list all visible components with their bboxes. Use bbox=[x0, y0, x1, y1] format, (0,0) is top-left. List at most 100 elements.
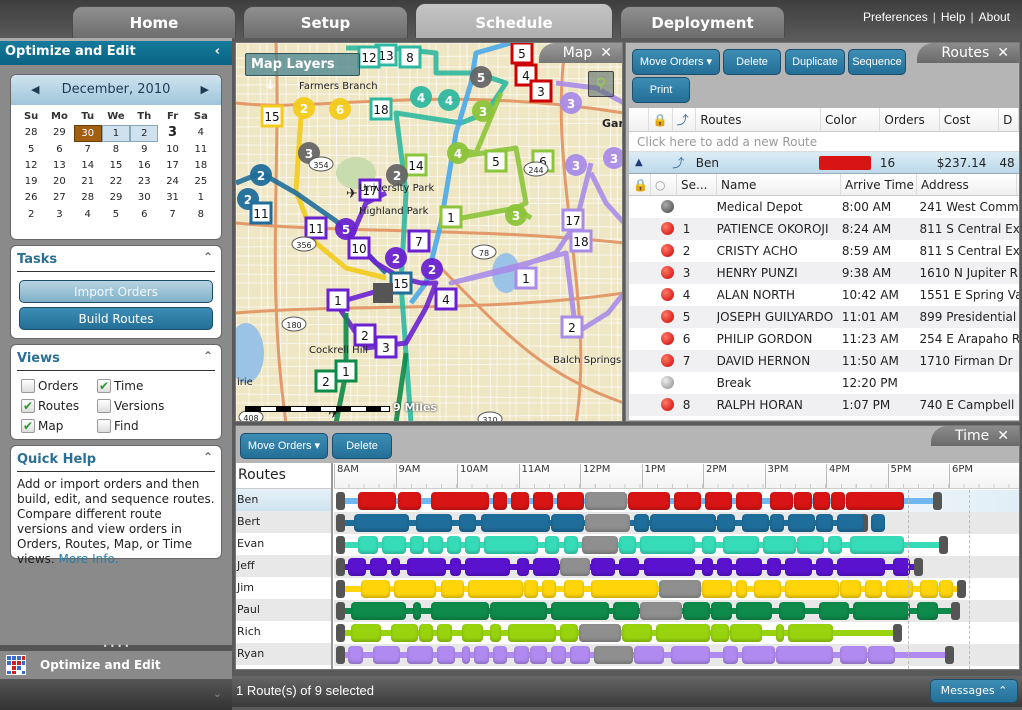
calendar-day[interactable]: 30 bbox=[130, 190, 158, 206]
view-checkbox-routes[interactable]: ✔ Routes bbox=[21, 397, 97, 415]
order-block[interactable] bbox=[465, 558, 511, 576]
order-block[interactable] bbox=[840, 646, 867, 664]
calendar-day[interactable]: 6 bbox=[130, 207, 158, 223]
order-block[interactable] bbox=[517, 558, 529, 576]
order-block[interactable] bbox=[409, 536, 425, 554]
stop-row[interactable]: Medical Depot 8:00 AM 241 West Comm bbox=[629, 196, 1019, 218]
preferences-link[interactable]: Preferences bbox=[863, 10, 928, 24]
break-block[interactable] bbox=[560, 558, 591, 576]
stop-row[interactable]: 8 RALPH HORAN 1:07 PM 740 E Campbell bbox=[629, 394, 1019, 416]
order-block[interactable] bbox=[406, 558, 446, 576]
order-block[interactable] bbox=[701, 580, 732, 598]
order-block[interactable] bbox=[560, 624, 578, 642]
help-link[interactable]: Help bbox=[941, 10, 966, 24]
order-block[interactable] bbox=[545, 536, 560, 554]
prev-month-icon[interactable]: ◀ bbox=[31, 75, 39, 105]
order-block[interactable] bbox=[717, 514, 735, 532]
col-sequence[interactable]: Se... bbox=[677, 174, 717, 195]
stop-row[interactable]: 6 PHILIP GORDON 11:23 AM 254 E Arapaho R bbox=[629, 328, 1019, 350]
order-block[interactable] bbox=[784, 558, 812, 576]
order-block[interactable] bbox=[468, 580, 523, 598]
depot-start-marker[interactable] bbox=[336, 536, 345, 554]
order-block[interactable] bbox=[591, 558, 615, 576]
order-block[interactable] bbox=[735, 602, 772, 620]
checkbox[interactable] bbox=[97, 399, 111, 413]
order-block[interactable] bbox=[437, 624, 452, 642]
order-block[interactable] bbox=[372, 646, 400, 664]
order-block[interactable] bbox=[683, 602, 711, 620]
break-block[interactable] bbox=[594, 646, 634, 664]
break-block[interactable] bbox=[585, 492, 628, 510]
timeline-row-ben[interactable] bbox=[334, 490, 1019, 512]
order-block[interactable] bbox=[643, 558, 695, 576]
order-block[interactable] bbox=[354, 514, 409, 532]
break-block[interactable] bbox=[578, 624, 621, 642]
sequence-button[interactable]: Sequence bbox=[848, 49, 906, 75]
order-block[interactable] bbox=[778, 602, 806, 620]
timeline-row-bert[interactable] bbox=[334, 512, 1019, 534]
tab-home[interactable]: Home bbox=[72, 6, 236, 38]
nav-optimize-and-edit[interactable]: Optimize and Edit bbox=[0, 651, 232, 679]
route-color-swatch[interactable] bbox=[819, 152, 878, 173]
add-route-row[interactable]: Click here to add a new Route bbox=[629, 132, 1019, 152]
view-checkbox-orders[interactable]: Orders bbox=[21, 377, 97, 395]
order-block[interactable] bbox=[711, 624, 729, 642]
order-block[interactable] bbox=[788, 514, 815, 532]
checkbox[interactable] bbox=[97, 419, 111, 433]
order-block[interactable] bbox=[551, 646, 566, 664]
order-block[interactable] bbox=[723, 646, 738, 664]
calendar-day[interactable]: 14 bbox=[74, 158, 102, 174]
order-block[interactable] bbox=[523, 580, 538, 598]
calendar-day[interactable]: 20 bbox=[45, 174, 73, 190]
map-panel[interactable]: 13 8 12 5 4 3 5 4 4 2 6 15 18 3 3 3 3 3 4 5 6 14 2 17 2 2 11 1 3 17 11… bbox=[235, 42, 623, 422]
timeline-route-label[interactable]: Ben bbox=[236, 489, 331, 511]
timeline-route-label[interactable]: Ryan bbox=[236, 643, 331, 665]
order-block[interactable] bbox=[815, 558, 834, 576]
order-block[interactable] bbox=[831, 492, 846, 510]
view-checkbox-map[interactable]: ✔ Map bbox=[21, 417, 97, 435]
order-block[interactable] bbox=[492, 492, 508, 510]
collapse-up-icon[interactable]: ⌃ bbox=[203, 450, 213, 464]
order-block[interactable] bbox=[701, 536, 717, 554]
depot-end-marker[interactable] bbox=[914, 558, 924, 576]
order-block[interactable] bbox=[788, 624, 834, 642]
checkmark-icon[interactable]: ✔ bbox=[97, 379, 111, 393]
collapse-up-icon[interactable]: ⌃ bbox=[203, 349, 213, 363]
order-block[interactable] bbox=[775, 646, 834, 664]
order-block[interactable] bbox=[489, 602, 548, 620]
order-block[interactable] bbox=[717, 558, 732, 576]
tab-deployment[interactable]: Deployment bbox=[620, 6, 785, 38]
calendar-day[interactable]: 27 bbox=[45, 190, 73, 206]
calendar-day[interactable]: 22 bbox=[102, 174, 130, 190]
calendar-day[interactable]: 28 bbox=[17, 125, 45, 141]
order-block[interactable] bbox=[428, 536, 443, 554]
lock-icon[interactable]: 🔒 bbox=[629, 174, 651, 195]
calendar-day[interactable]: 23 bbox=[130, 174, 158, 190]
timeline-row-jim[interactable] bbox=[334, 578, 1019, 600]
order-block[interactable] bbox=[431, 492, 489, 510]
chevron-down-icon[interactable]: ⌄ bbox=[213, 687, 222, 700]
order-block[interactable] bbox=[741, 514, 769, 532]
order-block[interactable] bbox=[864, 580, 883, 598]
order-block[interactable] bbox=[480, 514, 551, 532]
order-block[interactable] bbox=[369, 558, 388, 576]
checkbox[interactable] bbox=[21, 379, 35, 393]
timeline-route-label[interactable]: Paul bbox=[236, 599, 331, 621]
import-orders-button[interactable]: Import Orders bbox=[19, 280, 213, 303]
view-checkbox-versions[interactable]: Versions bbox=[97, 397, 211, 415]
order-block[interactable] bbox=[462, 624, 483, 642]
order-block[interactable] bbox=[391, 624, 419, 642]
tab-setup[interactable]: Setup bbox=[243, 6, 408, 38]
order-block[interactable] bbox=[532, 558, 560, 576]
order-block[interactable] bbox=[529, 646, 548, 664]
order-block[interactable] bbox=[735, 580, 748, 598]
calendar-day[interactable]: 19 bbox=[17, 174, 45, 190]
order-block[interactable] bbox=[551, 602, 609, 620]
calendar-day[interactable]: 12 bbox=[17, 158, 45, 174]
order-block[interactable] bbox=[563, 536, 578, 554]
order-block[interactable] bbox=[351, 624, 382, 642]
order-block[interactable] bbox=[446, 536, 462, 554]
order-block[interactable] bbox=[569, 646, 591, 664]
order-block[interactable] bbox=[382, 536, 406, 554]
collapse-icon[interactable]: ▲ bbox=[629, 152, 672, 173]
